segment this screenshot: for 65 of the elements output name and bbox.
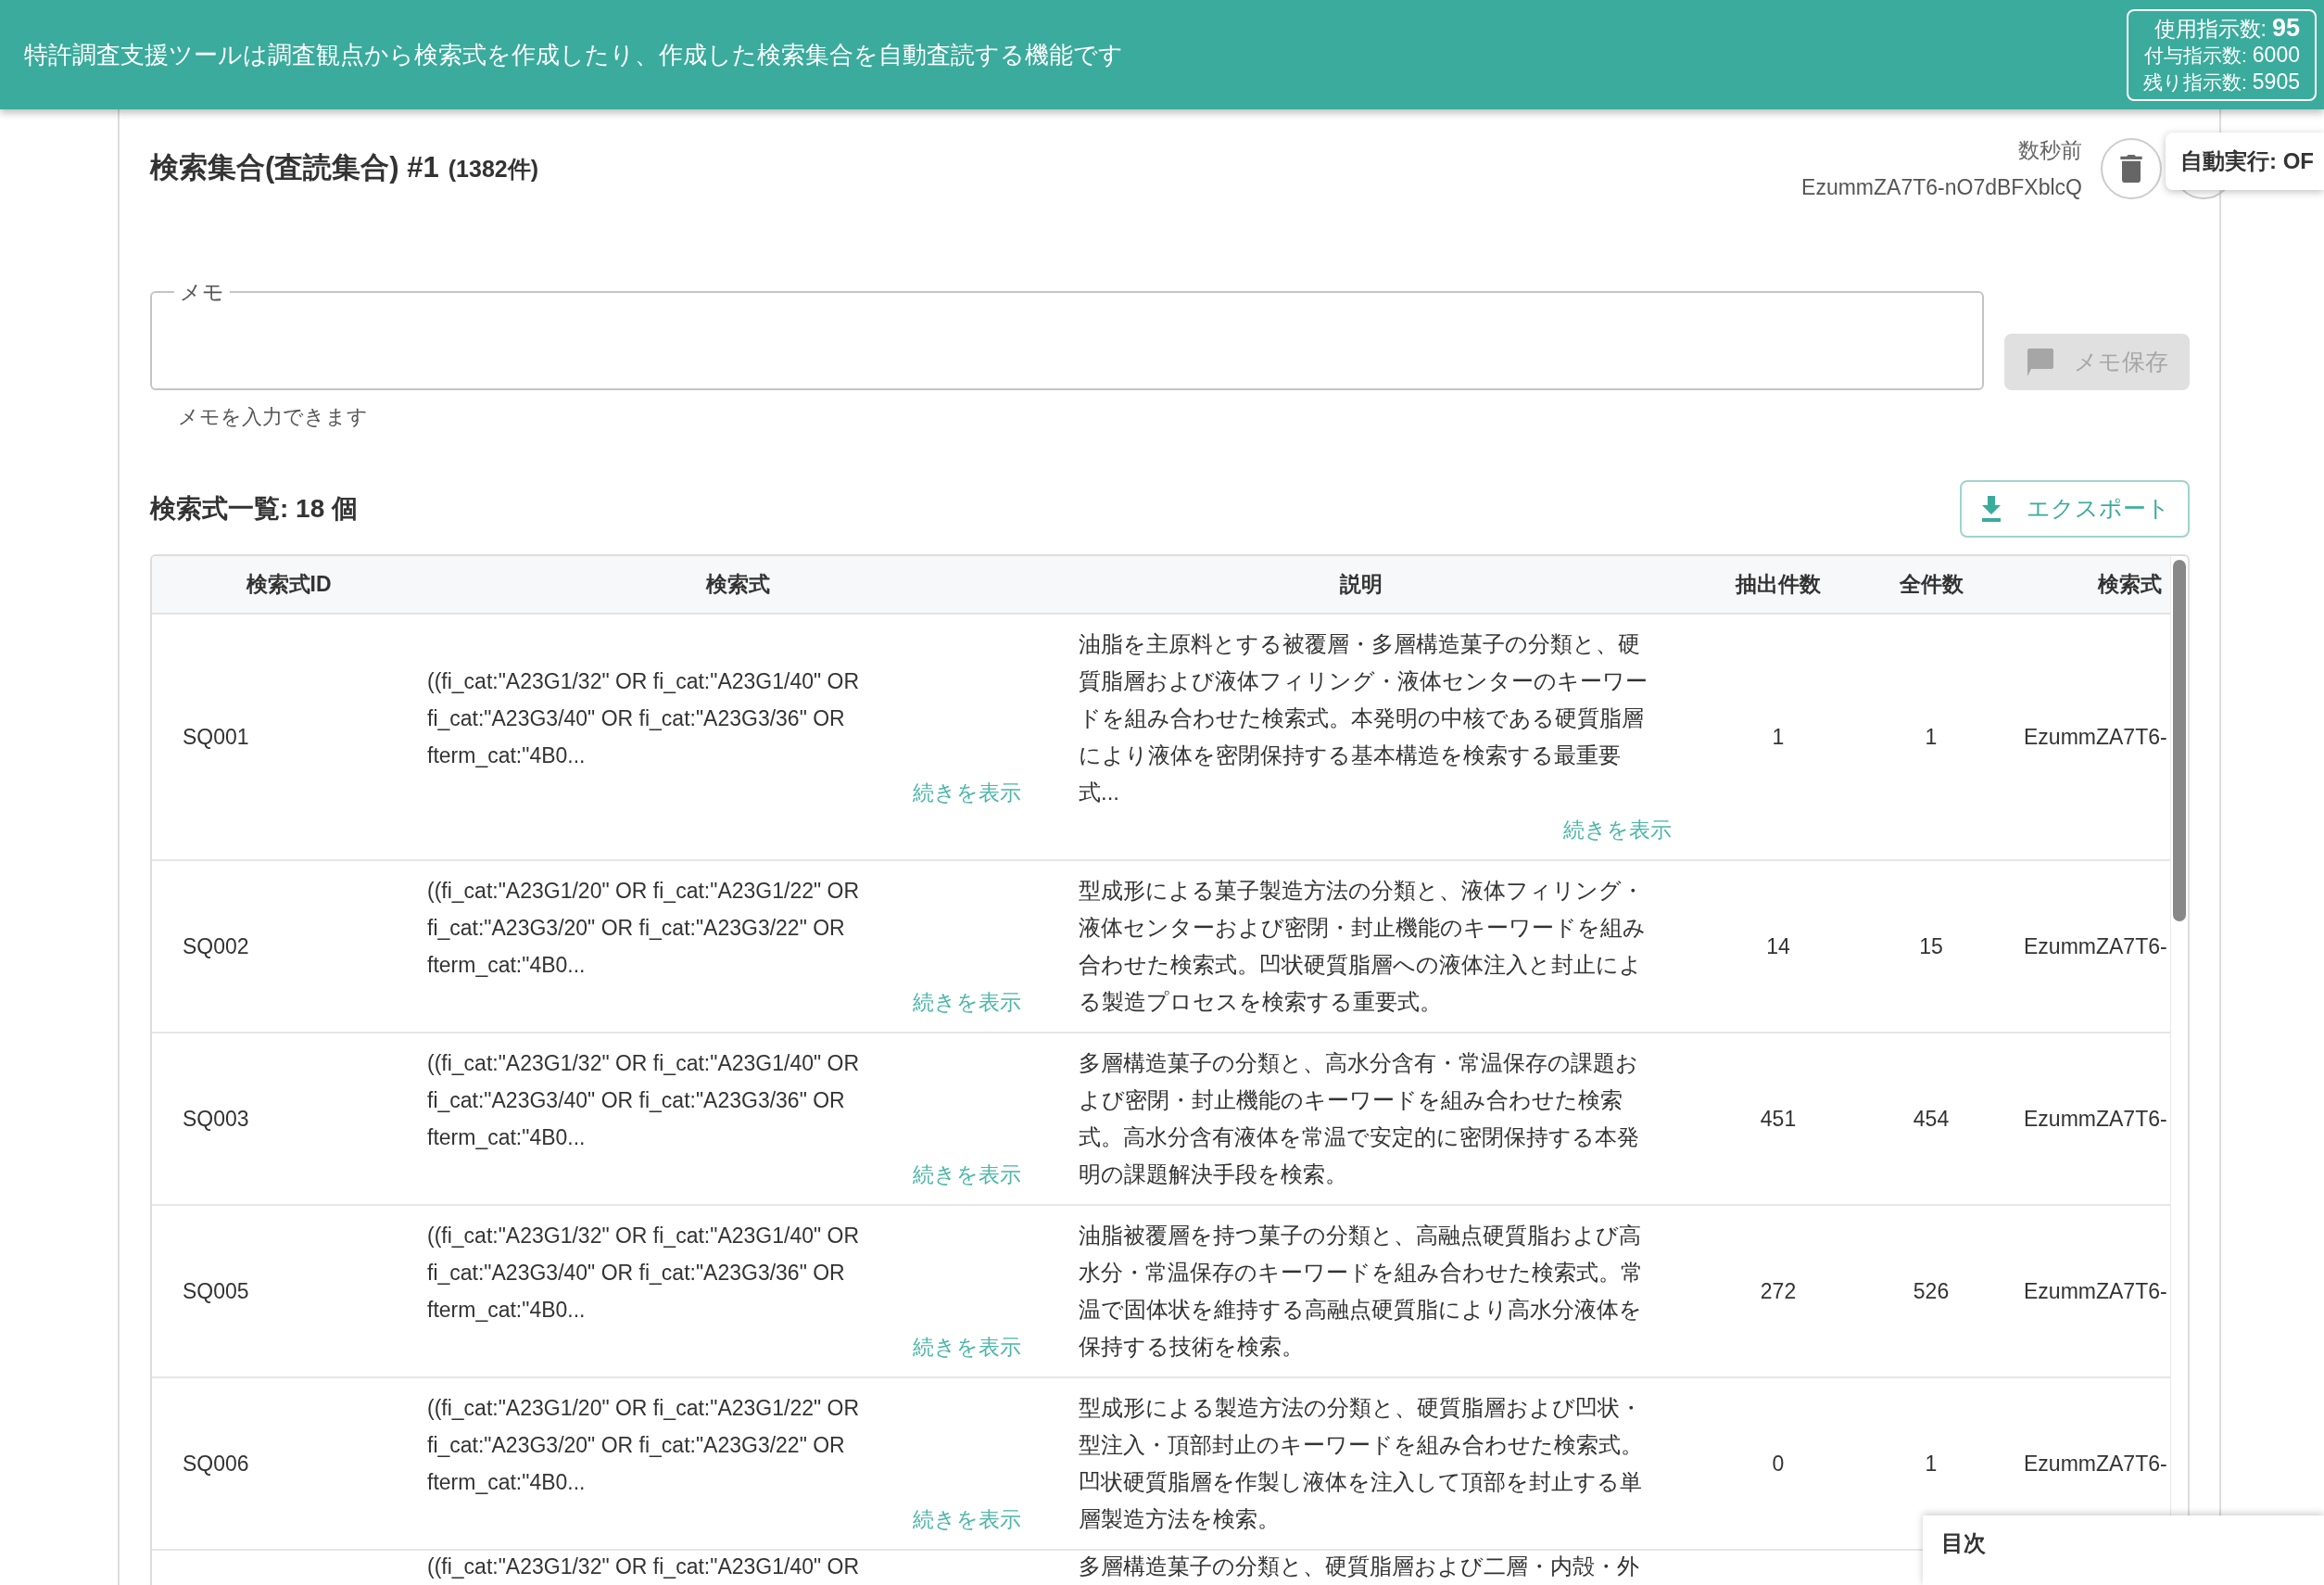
table-cell-text: SQ005 xyxy=(183,1278,249,1305)
column-header: 全件数 xyxy=(1898,571,1964,599)
table-cell-text: 1 xyxy=(1925,1451,1938,1477)
show-more-link[interactable]: 続きを表示 xyxy=(913,983,1021,1021)
table-cell-text: 526 xyxy=(1913,1278,1950,1305)
table-cell-text: SQ001 xyxy=(183,724,249,751)
table-cell-text: 451 xyxy=(1760,1106,1797,1133)
column-header: 抽出件数 xyxy=(1734,571,1822,599)
column-header: 検索式 xyxy=(704,571,771,599)
trash-icon xyxy=(2120,155,2142,183)
show-more-link[interactable]: 続きを表示 xyxy=(913,1156,1021,1193)
set-count: (1382件) xyxy=(448,155,538,184)
usage-value: 6000 xyxy=(2252,41,2300,68)
table-cell-text: SQ006 xyxy=(183,1451,249,1477)
comment-icon xyxy=(2026,348,2053,376)
description-text: 油脂を主原料とする被覆層・多層構造菓子の分類と、硬質脂層および液体フィリング・液体センターのキーワードを組み合わせた検索式。本発明の中核である硬質脂層により液体を密閉保持する基本構造を検索する最重要式... xyxy=(1079,630,1648,806)
usage-label: 残り指示数: xyxy=(2143,70,2247,95)
query-text: ((fi_cat:"A23G1/32" OR fi_cat:"A23G1/40" OR fi_cat:"A23G3/40" OR fi_cat:"A23G3/36" OR fterm_cat:"4B0... xyxy=(427,1223,861,1324)
query-text: ((fi_cat:"A23G1/32" OR fi_cat:"A23G1/40" OR fi_cat:"A23G3/40" OR fi_cat:"A23G3/36" OR fterm_cat:"4B0... xyxy=(427,1050,861,1151)
set-id: EzummZA7T6-nO7dBFXblcQ xyxy=(1801,174,2082,201)
description-text: 多層構造菓子の分類と、硬質脂層および二層・内殻・外 xyxy=(1079,1553,1640,1580)
table-cell-text: 14 xyxy=(1766,933,1790,960)
table-cell-text: EzummZA7T6- xyxy=(2024,1278,2167,1305)
show-more-link[interactable]: 続きを表示 xyxy=(913,774,1021,811)
query-text: ((fi_cat:"A23G1/32" OR fi_cat:"A23G1/40" OR fi_cat:"A23G3/40" OR fi_cat:"A23G3/36" OR fterm_cat:"4B0... xyxy=(427,668,861,769)
table-cell-text: 454 xyxy=(1913,1106,1950,1133)
query-text: ((fi_cat:"A23G1/20" OR fi_cat:"A23G1/22" OR fi_cat:"A23G3/20" OR fi_cat:"A23G3/22" OR fterm_cat:"4B0... xyxy=(427,1395,861,1496)
download-icon xyxy=(1979,496,2002,522)
usage-value: 5905 xyxy=(2252,68,2300,95)
query-text: ((fi_cat:"A23G1/32" OR fi_cat:"A23G1/40" OR xyxy=(427,1553,861,1580)
show-more-link[interactable]: 続きを表示 xyxy=(913,1501,1021,1538)
set-title: 検索集合(査読集合) #1 xyxy=(150,150,439,185)
show-more-link[interactable]: 続きを表示 xyxy=(1563,811,1672,848)
header-message: 特許調査支援ツールは調査観点から検索式を作成したり、作成した検索集合を自動査読する機能です xyxy=(24,39,1123,70)
table-cell-text: SQ002 xyxy=(183,933,249,960)
usage-value: 95 xyxy=(2271,14,2300,41)
table-cell-text: EzummZA7T6- xyxy=(2024,933,2167,960)
description-text: 型成形による菓子製造方法の分類と、液体フィリング・液体センターおよび密閉・封止機能のキーワードを組み合わせた検索式。凹状硬質脂層への液体注入と封止による製造プロセスを検索する重要式。 xyxy=(1079,877,1647,1016)
scrollbar-thumb[interactable] xyxy=(2173,560,2186,921)
updated-time: 数秒前 xyxy=(2018,137,2082,164)
toc-panel[interactable]: 目次 xyxy=(1923,1515,2324,1585)
section-title: 検索式一覧: 18 個 xyxy=(150,493,359,525)
table-cell-text: 1 xyxy=(1925,724,1938,751)
column-header: 検索式 xyxy=(2096,571,2163,599)
description-text: 多層構造菓子の分類と、高水分含有・常温保存の課題および密閉・封止機能のキーワードを組み合わせた検索式。高水分含有液体を常温で安定的に密閉保持する本発明の課題解決手段を検索。 xyxy=(1079,1049,1640,1188)
table-cell-text: 1 xyxy=(1772,724,1785,751)
query-text: ((fi_cat:"A23G1/20" OR fi_cat:"A23G1/22" OR fi_cat:"A23G3/20" OR fi_cat:"A23G3/22" OR fterm_cat:"4B0... xyxy=(427,878,861,979)
usage-label: 使用指示数: xyxy=(2153,15,2267,42)
column-header: 説明 xyxy=(1338,571,1383,599)
table-cell-text: EzummZA7T6- xyxy=(2024,1106,2167,1133)
column-header: 検索式ID xyxy=(245,571,333,599)
memo-helper-text: メモを入力できます xyxy=(177,404,369,430)
table-cell-text: 15 xyxy=(1919,933,1943,960)
export-button[interactable]: エクスポート xyxy=(1960,480,2190,538)
description-text: 油脂被覆層を持つ菓子の分類と、高融点硬質脂および高水分・常温保存のキーワードを組み合わせた検索式。常温で固体状を維持する高融点硬質脂により高水分液体を保持する技術を検索。 xyxy=(1079,1222,1644,1361)
table-cell-text: EzummZA7T6- xyxy=(2024,724,2167,751)
usage-label: 付与指示数: xyxy=(2144,43,2247,68)
table-cell-text: 272 xyxy=(1760,1278,1797,1305)
delete-button[interactable] xyxy=(2101,138,2162,199)
table-cell-text: SQ003 xyxy=(183,1106,249,1133)
show-more-link[interactable]: 続きを表示 xyxy=(913,1328,1021,1365)
table-cell-text: EzummZA7T6- xyxy=(2024,1451,2167,1477)
description-text: 型成形による製造方法の分類と、硬質脂層および凹状・型注入・頂部封止のキーワードを組み合わせた検索式。凹状硬質脂層を作製し液体を注入して頂部を封止する単層製造方法を検索。 xyxy=(1079,1394,1644,1533)
auto-run-tooltip: 自動実行: OF xyxy=(2166,133,2324,190)
table-cell-text: 0 xyxy=(1772,1451,1785,1477)
